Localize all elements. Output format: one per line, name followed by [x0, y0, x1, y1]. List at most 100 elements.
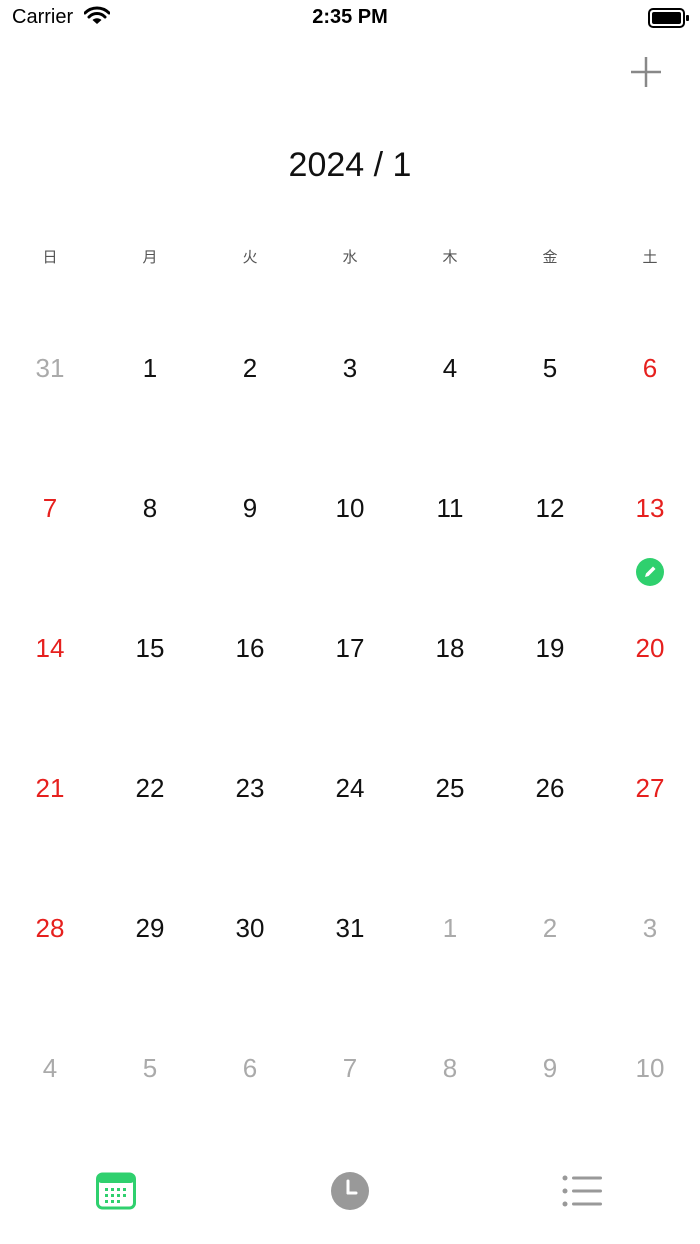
day-number: 23: [235, 773, 265, 803]
calendar-day-cell[interactable]: 31: [0, 297, 100, 437]
day-number: 9: [542, 1053, 558, 1083]
calendar-week-row: 31 1 2 3 4 5 6: [0, 297, 700, 437]
calendar-day-cell[interactable]: 30: [200, 857, 300, 997]
tab-list[interactable]: [533, 1166, 633, 1216]
day-number: 12: [535, 493, 565, 523]
weekday-label: 金: [542, 249, 558, 266]
calendar-week-row: 7 8 9 10 11 12 13: [0, 437, 700, 586]
day-number: 8: [142, 493, 158, 523]
day-number: 5: [142, 1053, 158, 1083]
add-button[interactable]: [626, 52, 666, 92]
tab-calendar[interactable]: [66, 1166, 166, 1216]
day-number: 28: [35, 913, 65, 943]
calendar-day-cell[interactable]: 21: [0, 717, 100, 857]
day-number: 21: [35, 773, 65, 803]
day-number: 8: [442, 1053, 458, 1083]
day-number: 15: [135, 633, 165, 663]
calendar-day-cell[interactable]: 25: [400, 717, 500, 857]
day-number: 11: [436, 493, 464, 523]
day-number: 4: [42, 1053, 58, 1083]
tab-bar: [0, 1144, 700, 1244]
clock-icon: [331, 1172, 369, 1210]
calendar-day-cell[interactable]: 29: [100, 857, 200, 997]
calendar-day-cell[interactable]: 19: [500, 577, 600, 717]
calendar-day-cell[interactable]: 10: [600, 997, 700, 1137]
status-bar: Carrier 2:35 PM: [0, 0, 700, 36]
calendar-day-cell[interactable]: 1: [400, 857, 500, 997]
day-number: 4: [442, 353, 458, 383]
day-number: 17: [335, 633, 365, 663]
calendar-day-cell[interactable]: 10: [300, 437, 400, 577]
list-icon: [562, 1175, 602, 1207]
calendar-day-cell[interactable]: 6: [600, 297, 700, 437]
calendar-day-cell[interactable]: 2: [500, 857, 600, 997]
calendar-day-cell[interactable]: 4: [0, 997, 100, 1137]
calendar-day-cell[interactable]: 16: [200, 577, 300, 717]
calendar-day-cell[interactable]: 5: [500, 297, 600, 437]
calendar-day-cell[interactable]: 15: [100, 577, 200, 717]
clock-time: 2:35 PM: [312, 6, 388, 28]
weekday-label: 日: [42, 249, 58, 266]
calendar-day-cell[interactable]: 7: [300, 997, 400, 1137]
calendar-day-cell[interactable]: 9: [200, 437, 300, 577]
calendar-week-row: 4 5 6 7 8 9 10: [0, 997, 700, 1137]
day-number: 19: [535, 633, 565, 663]
day-number: 10: [635, 1053, 665, 1083]
day-number: 24: [335, 773, 365, 803]
calendar-day-cell[interactable]: 9: [500, 997, 600, 1137]
calendar-day-cell[interactable]: 5: [100, 997, 200, 1137]
day-number: 7: [342, 1053, 358, 1083]
weekday-header: 日 月 火 水 木 金 土: [0, 246, 700, 267]
day-number: 1: [442, 913, 458, 943]
day-number: 30: [235, 913, 265, 943]
calendar-week-row: 21 22 23 24 25 26 27: [0, 717, 700, 857]
calendar-day-cell[interactable]: 27: [600, 717, 700, 857]
calendar-day-cell[interactable]: 20: [600, 577, 700, 717]
calendar-day-cell[interactable]: 28: [0, 857, 100, 997]
plus-icon: [631, 57, 661, 87]
calendar-day-cell[interactable]: 8: [400, 997, 500, 1137]
day-number: 31: [35, 353, 65, 383]
calendar-day-cell[interactable]: 12: [500, 437, 600, 577]
weekday-label: 月: [142, 249, 158, 266]
day-number: 14: [35, 633, 65, 663]
month-title: 2024 / 1: [288, 146, 412, 184]
day-number: 31: [335, 913, 365, 943]
day-number: 2: [542, 913, 558, 943]
calendar-day-cell[interactable]: 14: [0, 577, 100, 717]
calendar-day-cell[interactable]: 23: [200, 717, 300, 857]
calendar-grid: 31 1 2 3 4 5 6 7 8 9 10 11 12 13 14 15 16 17 18 19 20 21 22 23 2…: [0, 297, 700, 1137]
weekday-label: 水: [342, 249, 358, 266]
day-number: 22: [135, 773, 165, 803]
calendar-day-cell[interactable]: 26: [500, 717, 600, 857]
day-number: 2: [242, 353, 258, 383]
calendar-week-row: 28 29 30 31 1 2 3: [0, 857, 700, 997]
calendar-day-cell[interactable]: 24: [300, 717, 400, 857]
day-number: 29: [135, 913, 165, 943]
calendar-day-cell[interactable]: 7: [0, 437, 100, 577]
day-number: 1: [142, 353, 158, 383]
calendar-day-cell[interactable]: 2: [200, 297, 300, 437]
day-number: 6: [242, 1053, 258, 1083]
day-number: 25: [435, 773, 465, 803]
calendar-day-cell[interactable]: 3: [300, 297, 400, 437]
calendar-day-cell[interactable]: 3: [600, 857, 700, 997]
day-number: 16: [235, 633, 265, 663]
day-number: 26: [535, 773, 565, 803]
weekday-label: 土: [642, 249, 658, 266]
day-number: 7: [42, 493, 58, 523]
weekday-label: 火: [242, 249, 258, 266]
calendar-day-cell[interactable]: 17: [300, 577, 400, 717]
day-number: 10: [335, 493, 365, 523]
calendar-day-cell[interactable]: 1: [100, 297, 200, 437]
calendar-day-cell[interactable]: 8: [100, 437, 200, 577]
calendar-day-cell[interactable]: 13: [600, 437, 700, 586]
calendar-day-cell[interactable]: 11: [400, 437, 500, 577]
calendar-day-cell[interactable]: 6: [200, 997, 300, 1137]
calendar-day-cell[interactable]: 4: [400, 297, 500, 437]
calendar-day-cell[interactable]: 22: [100, 717, 200, 857]
calendar-day-cell[interactable]: 18: [400, 577, 500, 717]
day-number: 27: [635, 773, 665, 803]
calendar-day-cell[interactable]: 31: [300, 857, 400, 997]
tab-clock[interactable]: [300, 1166, 400, 1216]
